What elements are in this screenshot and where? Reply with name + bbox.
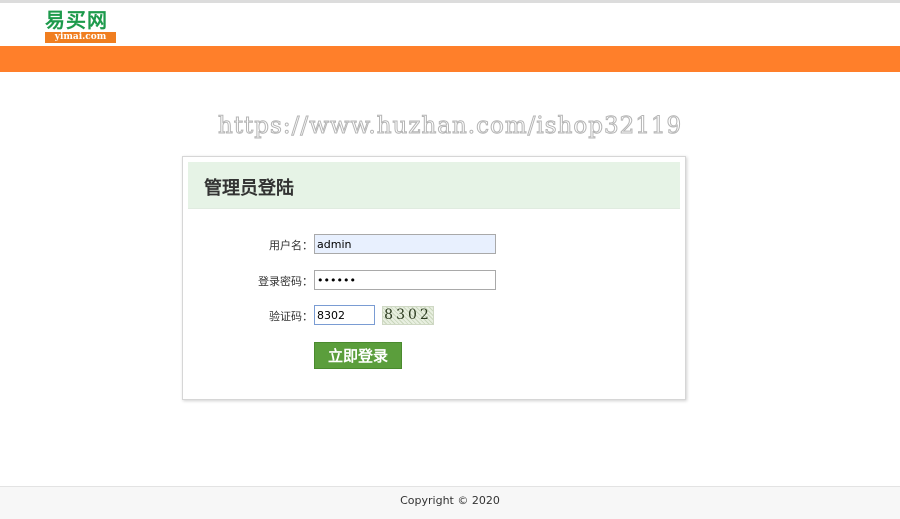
password-label: 登录密码： xyxy=(258,275,313,288)
watermark-url: https://www.huzhan.com/ishop32119 xyxy=(218,113,683,140)
username-input[interactable] xyxy=(314,234,496,254)
captcha-label: 验证码： xyxy=(269,310,313,323)
logo-text-cn: 易买网 xyxy=(45,8,108,32)
copyright-text: Copyright © 2020 xyxy=(400,494,500,507)
header: 易买网 yimai.com xyxy=(0,3,900,46)
logo-text-en: yimai.com xyxy=(45,32,116,43)
captcha-image[interactable]: 8302 xyxy=(382,306,434,325)
password-input[interactable] xyxy=(314,270,496,290)
footer: Copyright © 2020 xyxy=(0,486,900,519)
login-button[interactable]: 立即登录 xyxy=(314,342,402,369)
site-logo[interactable]: 易买网 yimai.com xyxy=(45,9,117,43)
login-panel: 管理员登陆 用户名： 登录密码： 验证码： 8302 立即登录 xyxy=(182,156,686,400)
username-label: 用户名： xyxy=(269,239,313,252)
login-panel-header: 管理员登陆 xyxy=(188,162,680,209)
password-row: 登录密码： xyxy=(183,270,685,292)
captcha-input[interactable] xyxy=(314,305,375,325)
header-orange-bar xyxy=(0,46,900,72)
username-row: 用户名： xyxy=(183,234,685,256)
login-title: 管理员登陆 xyxy=(204,178,294,199)
captcha-row: 验证码： 8302 xyxy=(183,305,685,327)
